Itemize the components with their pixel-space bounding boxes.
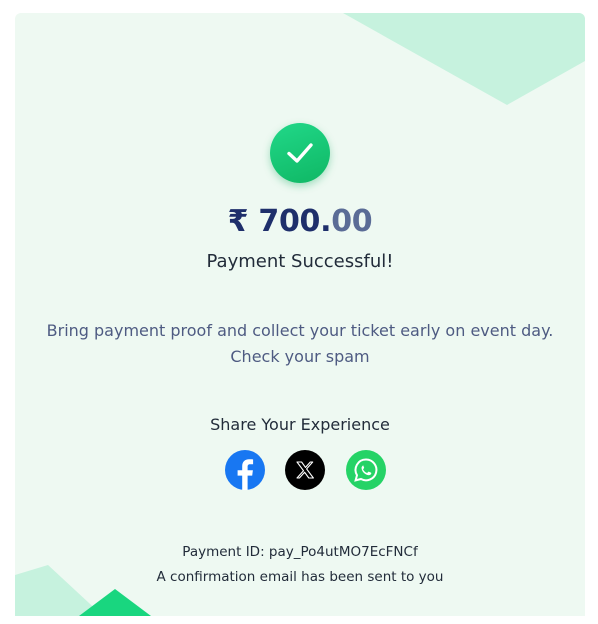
whatsapp-icon <box>354 458 378 482</box>
facebook-icon <box>237 459 254 490</box>
payment-status: Payment Successful! <box>206 251 394 272</box>
share-title: Share Your Experience <box>210 415 390 434</box>
currency-symbol: ₹ <box>227 204 249 239</box>
payment-amount: ₹ 700.00 <box>15 204 585 239</box>
decorative-top-shape <box>343 13 585 105</box>
amount-whole: 700. <box>258 204 332 239</box>
facebook-share-button[interactable] <box>225 450 265 490</box>
amount-paise: 00 <box>331 204 373 239</box>
confirmation-note: A confirmation email has been sent to yo… <box>156 569 444 585</box>
payment-success-card: ₹ 700.00 Payment Successful! Bring payme… <box>15 13 585 616</box>
payment-id: Payment ID: pay_Po4utMO7EcFNCf <box>182 544 418 560</box>
info-line-ticket: Bring payment proof and collect your tic… <box>46 321 554 340</box>
x-icon <box>296 461 314 479</box>
info-text: Bring payment proof and collect your tic… <box>15 318 585 370</box>
x-share-button[interactable] <box>285 450 325 490</box>
whatsapp-share-button[interactable] <box>346 450 386 490</box>
success-check-icon <box>270 123 330 183</box>
info-line-spam: Check your spam <box>230 347 370 366</box>
